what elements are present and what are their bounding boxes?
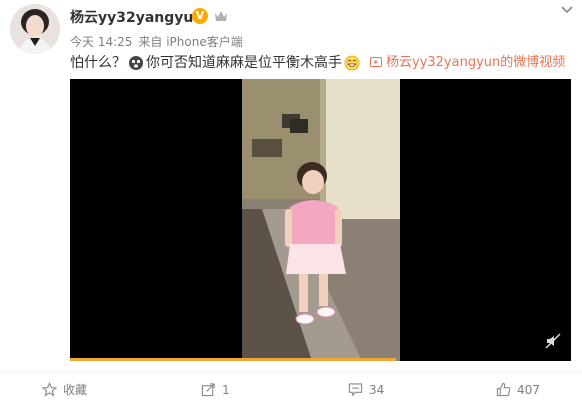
video-link-label: 杨云yy32yangyun的微博视频 bbox=[386, 55, 566, 70]
video-link[interactable]: 杨云yy32yangyun的微博视频 bbox=[370, 54, 565, 72]
crown-icon bbox=[215, 11, 227, 21]
chevron-down-icon[interactable] bbox=[560, 5, 574, 15]
surprised-emoji-icon bbox=[129, 56, 143, 70]
verified-badge: V bbox=[192, 8, 208, 24]
comment-button[interactable]: 34 bbox=[348, 376, 384, 403]
like-button[interactable]: 407 bbox=[496, 376, 540, 403]
post-text-part1: 怕什么？ bbox=[70, 55, 126, 71]
video-play-icon bbox=[370, 57, 382, 67]
favorite-button[interactable]: 收藏 bbox=[42, 376, 87, 403]
share-count: 1 bbox=[222, 382, 230, 397]
share-icon bbox=[201, 383, 215, 397]
share-button[interactable]: 1 bbox=[201, 376, 230, 403]
star-icon bbox=[42, 382, 57, 397]
video-frame bbox=[242, 79, 400, 361]
action-bar: 收藏 1 34 407 bbox=[0, 376, 582, 403]
post-time[interactable]: 今天 14:25 bbox=[70, 35, 132, 49]
weibo-post-card: 杨云yy32yangyun V 今天 14:25 来自 iPhone客户端 怕什么… bbox=[0, 0, 582, 403]
like-count: 407 bbox=[517, 382, 540, 397]
post-text: 怕什么？ 你可否知道麻麻是位平衡木高手 bbox=[70, 54, 362, 72]
favorite-label: 收藏 bbox=[63, 383, 88, 397]
avatar[interactable] bbox=[10, 4, 60, 54]
comment-icon bbox=[348, 383, 363, 397]
actions-divider bbox=[0, 372, 582, 373]
post-source[interactable]: 来自 iPhone客户端 bbox=[138, 35, 242, 49]
post-text-part2: 你可否知道麻麻是位平衡木高手 bbox=[146, 55, 342, 71]
grin-emoji-icon bbox=[344, 55, 360, 71]
mute-icon[interactable] bbox=[545, 333, 561, 349]
video-player[interactable] bbox=[70, 79, 571, 361]
author-name[interactable]: 杨云yy32yangyun bbox=[70, 7, 203, 27]
like-icon bbox=[496, 382, 511, 397]
post-meta: 今天 14:25 来自 iPhone客户端 bbox=[70, 33, 243, 50]
video-progress[interactable] bbox=[70, 358, 396, 361]
comment-count: 34 bbox=[369, 382, 385, 397]
